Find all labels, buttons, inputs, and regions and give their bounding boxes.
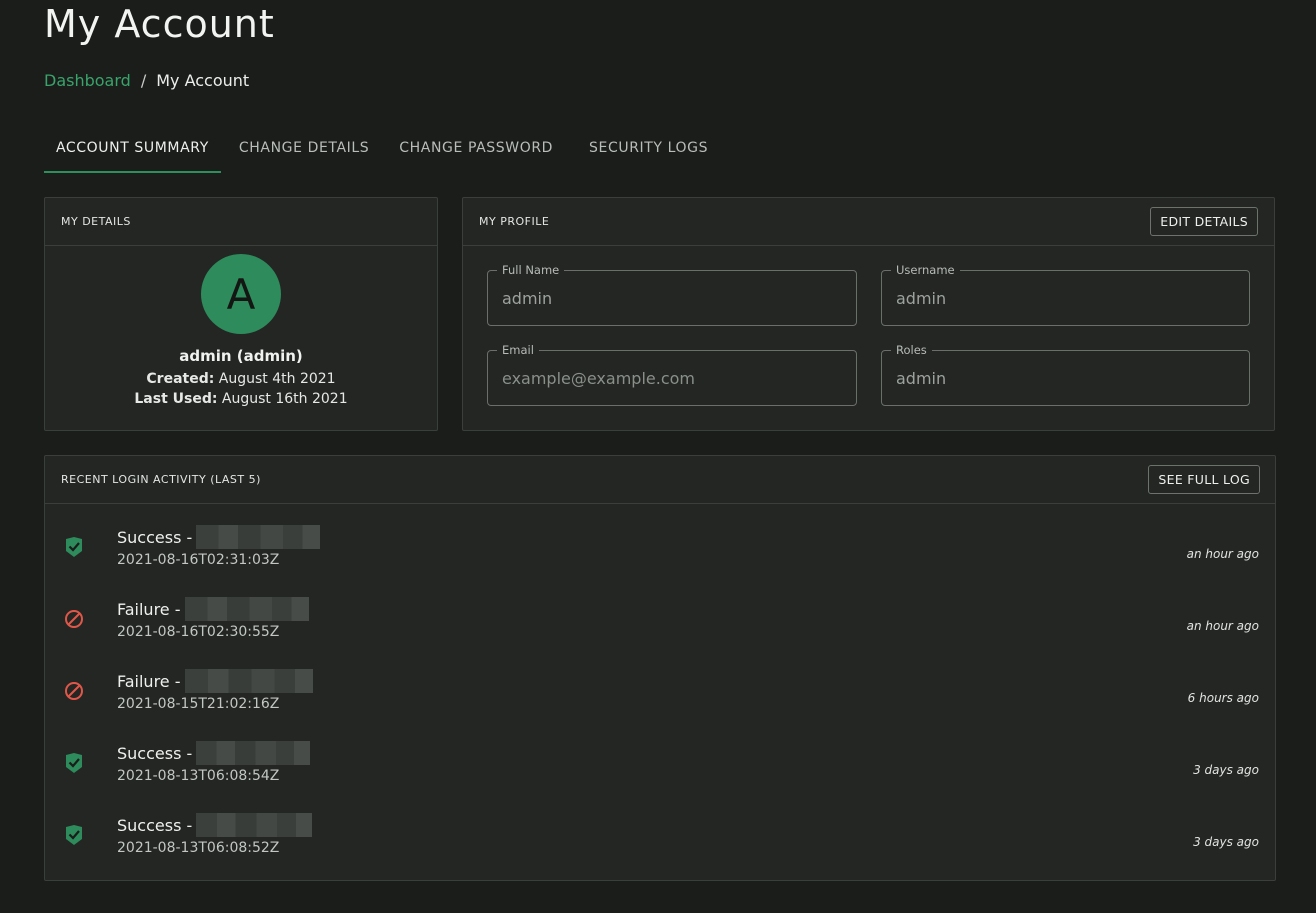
username-input[interactable] [896, 288, 1235, 308]
full-name-label: Full Name [497, 263, 565, 277]
log-entry-text: Failure - 2021-08-16T02:30:55Z [117, 597, 309, 640]
log-entry-relative-time: 3 days ago [1193, 835, 1259, 849]
my-details-title: MY DETAILS [61, 215, 131, 228]
created-row: Created: August 4th 2021 [45, 369, 437, 389]
username-label: Username [891, 263, 960, 277]
email-field: Email [487, 343, 857, 406]
full-name-input[interactable] [502, 288, 842, 308]
log-entry-timestamp: 2021-08-13T06:08:52Z [117, 840, 280, 856]
list-item: Failure - 2021-08-16T02:30:55Z an hour a… [45, 584, 1275, 656]
log-entry-text: Success - 2021-08-13T06:08:52Z [117, 813, 313, 856]
last-used-label: Last Used: [134, 391, 218, 407]
redacted-ip-block [184, 597, 309, 621]
roles-input[interactable] [896, 368, 1235, 388]
breadcrumb-separator: / [140, 71, 147, 90]
tab-security-logs[interactable]: SECURITY LOGS [565, 126, 720, 173]
log-entry-status: Success - [117, 743, 193, 763]
shield-check-icon [66, 537, 82, 557]
my-details-header: MY DETAILS [45, 198, 437, 246]
prohibited-icon [65, 682, 83, 700]
log-entry-status: Success - [117, 815, 193, 835]
roles-field: Roles [881, 343, 1250, 406]
account-page: My Account Dashboard / My Account ACCOUN… [0, 0, 1316, 913]
log-entry-timestamp: 2021-08-13T06:08:54Z [117, 768, 280, 784]
log-entry-status-line: Success - [117, 813, 313, 837]
last-used-row: Last Used: August 16th 2021 [45, 389, 437, 409]
list-item: Success - 2021-08-16T02:31:03Z an hour a… [45, 512, 1275, 584]
log-entry-relative-time: 6 hours ago [1187, 691, 1259, 705]
log-entry-timestamp: 2021-08-16T02:30:55Z [117, 624, 280, 640]
page-title: My Account [44, 2, 275, 46]
list-item: Success - 2021-08-13T06:08:52Z 3 days ag… [45, 800, 1275, 872]
edit-details-button[interactable]: EDIT DETAILS [1150, 207, 1258, 236]
breadcrumb-current: My Account [156, 71, 250, 90]
log-entry-timestamp: 2021-08-15T21:02:16Z [117, 696, 280, 712]
log-entry-status: Failure - [117, 599, 181, 619]
log-entry-text: Failure - 2021-08-15T21:02:16Z [117, 669, 313, 712]
list-item: Success - 2021-08-13T06:08:54Z 3 days ag… [45, 728, 1275, 800]
log-entry-text: Success - 2021-08-16T02:31:03Z [117, 525, 321, 568]
recent-login-activity-header: RECENT LOGIN ACTIVITY (LAST 5) SEE FULL … [45, 456, 1275, 504]
username-field: Username [881, 263, 1250, 326]
list-item: Failure - 2021-08-15T21:02:16Z 6 hours a… [45, 656, 1275, 728]
redacted-ip-block [196, 741, 311, 765]
log-entry-status-line: Success - [117, 741, 311, 765]
user-display-name: admin (admin) [179, 347, 303, 365]
log-entry-text: Success - 2021-08-13T06:08:54Z [117, 741, 311, 784]
redacted-ip-block [196, 525, 321, 549]
log-entry-status-line: Success - [117, 525, 321, 549]
log-entry-status-line: Failure - [117, 597, 309, 621]
breadcrumb: Dashboard / My Account [44, 71, 249, 90]
redacted-ip-block [184, 669, 313, 693]
profile-fields: Full Name Username Email Roles [463, 246, 1274, 406]
log-entry-status: Success - [117, 527, 193, 547]
created-value: August 4th 2021 [218, 371, 336, 387]
email-label: Email [497, 343, 539, 357]
log-entry-status-line: Failure - [117, 669, 313, 693]
my-profile-card: MY PROFILE EDIT DETAILS Full Name Userna… [462, 197, 1275, 431]
tab-account-summary[interactable]: ACCOUNT SUMMARY [44, 126, 221, 173]
tab-change-password[interactable]: CHANGE PASSWORD [381, 126, 565, 173]
login-activity-list: Success - 2021-08-16T02:31:03Z an hour a… [45, 512, 1275, 872]
shield-check-icon [66, 825, 82, 845]
tab-change-details[interactable]: CHANGE DETAILS [221, 126, 381, 173]
log-entry-relative-time: an hour ago [1186, 547, 1259, 561]
my-profile-title: MY PROFILE [479, 215, 550, 228]
created-label: Created: [146, 371, 215, 387]
breadcrumb-dashboard-link[interactable]: Dashboard [44, 71, 131, 90]
full-name-field: Full Name [487, 263, 857, 326]
last-used-value: August 16th 2021 [221, 391, 348, 407]
log-entry-relative-time: an hour ago [1186, 619, 1259, 633]
redacted-ip-block [196, 813, 313, 837]
my-details-card: MY DETAILS A admin (admin) Created: Augu… [44, 197, 438, 431]
avatar: A [201, 254, 281, 334]
email-input[interactable] [502, 368, 842, 388]
recent-login-activity-card: RECENT LOGIN ACTIVITY (LAST 5) SEE FULL … [44, 455, 1276, 881]
recent-login-activity-title: RECENT LOGIN ACTIVITY (LAST 5) [61, 473, 261, 486]
log-entry-status: Failure - [117, 671, 181, 691]
shield-check-icon [66, 753, 82, 773]
user-meta: Created: August 4th 2021 Last Used: Augu… [45, 369, 437, 409]
log-entry-relative-time: 3 days ago [1193, 763, 1259, 777]
log-entry-timestamp: 2021-08-16T02:31:03Z [117, 552, 280, 568]
account-tabs: ACCOUNT SUMMARY CHANGE DETAILS CHANGE PA… [44, 126, 720, 173]
see-full-log-button[interactable]: SEE FULL LOG [1148, 465, 1260, 494]
my-profile-header: MY PROFILE EDIT DETAILS [463, 198, 1274, 246]
roles-label: Roles [891, 343, 932, 357]
prohibited-icon [65, 610, 83, 628]
